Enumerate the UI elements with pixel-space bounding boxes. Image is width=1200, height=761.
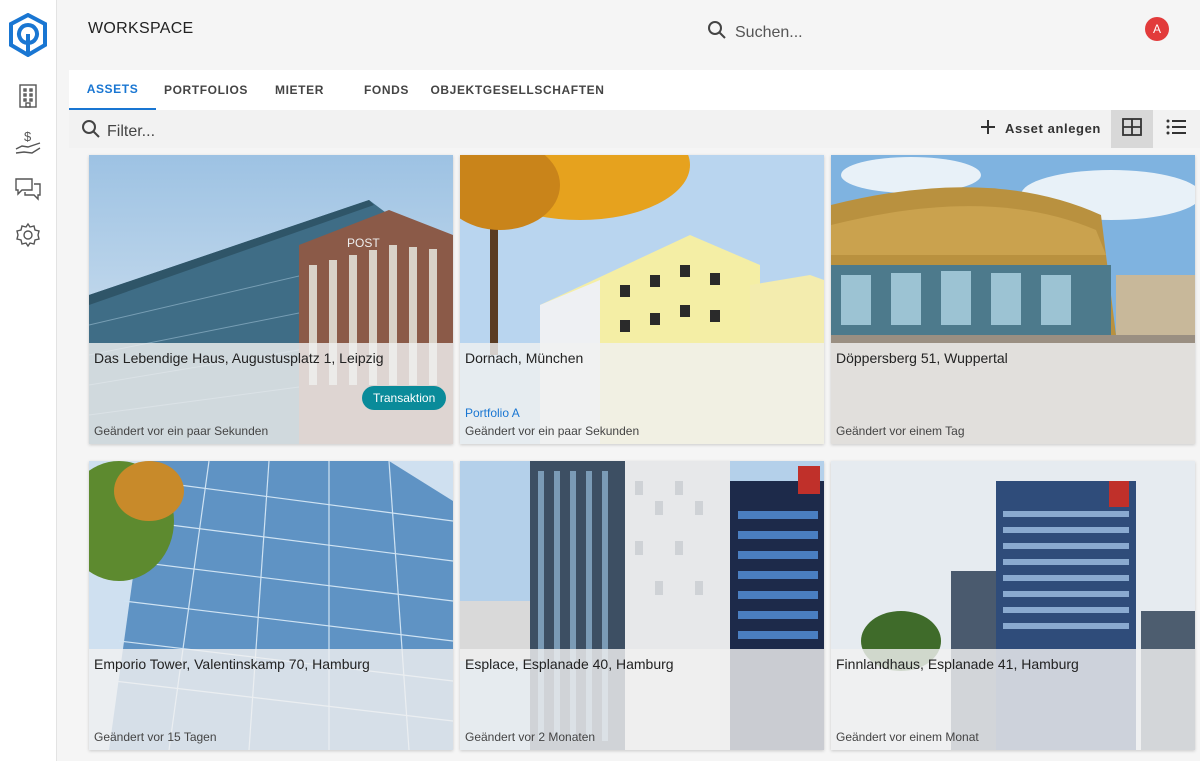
global-search[interactable] — [707, 20, 915, 45]
workspace-title: WORKSPACE — [88, 20, 194, 37]
asset-changed: Geändert vor einem Tag — [836, 424, 965, 438]
sidebar-item-messages[interactable] — [14, 177, 42, 205]
sidebar-item-assets[interactable] — [14, 83, 42, 114]
status-chip[interactable]: Transaktion — [362, 386, 447, 410]
asset-title: Das Lebendige Haus, Augustusplatz 1, Lei… — [94, 350, 384, 366]
plus-icon — [979, 118, 997, 139]
tab-assets[interactable]: ASSETS — [69, 70, 156, 110]
asset-portfolio-link[interactable]: Portfolio A — [465, 406, 520, 420]
sidebar: $ — [0, 0, 57, 761]
list-icon — [1166, 119, 1186, 140]
search-icon — [707, 20, 727, 45]
photo-sign-post: POST — [347, 236, 380, 250]
asset-changed: Geändert vor 2 Monaten — [465, 730, 596, 744]
add-asset-button[interactable]: Asset anlegen — [979, 118, 1101, 139]
asset-card[interactable]: Finnlandhaus, Esplanade 41, Hamburg Geän… — [831, 461, 1195, 750]
asset-title: Döppersberg 51, Wuppertal — [836, 350, 1008, 366]
asset-changed: Geändert vor ein paar Sekunden — [465, 424, 640, 438]
top-bar: WORKSPACE A — [57, 0, 1200, 70]
sidebar-item-finance[interactable]: $ — [14, 129, 42, 162]
add-asset-label: Asset anlegen — [1005, 121, 1101, 136]
sidebar-item-settings[interactable] — [14, 222, 42, 253]
app-logo[interactable] — [8, 12, 48, 58]
tab-objektgesellschaften[interactable]: OBJEKTGESELLSCHAFTEN — [430, 70, 605, 110]
filter[interactable] — [81, 119, 307, 144]
asset-card[interactable]: Emporio Tower, Valentinskamp 70, Hamburg… — [89, 461, 453, 750]
user-avatar[interactable]: A — [1145, 17, 1169, 41]
asset-title: Emporio Tower, Valentinskamp 70, Hamburg — [94, 656, 370, 672]
list-view-button[interactable] — [1155, 110, 1197, 148]
asset-card[interactable]: POST Das Lebendige Haus, Augustusplatz 1… — [89, 155, 453, 444]
grid-view-button[interactable] — [1111, 110, 1153, 148]
asset-title: Finnlandhaus, Esplanade 41, Hamburg — [836, 656, 1079, 672]
tab-fonds[interactable]: FONDS — [343, 70, 430, 110]
asset-title: Esplace, Esplanade 40, Hamburg — [465, 656, 674, 672]
asset-changed: Geändert vor ein paar Sekunden — [94, 424, 269, 438]
search-input[interactable] — [735, 23, 915, 42]
chat-icon — [14, 176, 42, 207]
search-icon — [81, 119, 101, 144]
asset-card[interactable]: Esplace, Esplanade 40, Hamburg Geändert … — [460, 461, 824, 750]
tab-bar: ASSETS PORTFOLIOS MIETER FONDS OBJEKTGES… — [69, 70, 1200, 110]
filter-input[interactable] — [107, 122, 307, 141]
asset-title: Dornach, München — [465, 350, 584, 366]
gear-icon — [15, 222, 41, 253]
asset-card[interactable]: Döppersberg 51, Wuppertal Geändert vor e… — [831, 155, 1195, 444]
asset-changed: Geändert vor 15 Tagen — [94, 730, 217, 744]
svg-text:$: $ — [24, 129, 32, 144]
money-hand-icon: $ — [14, 129, 42, 162]
tab-portfolios[interactable]: PORTFOLIOS — [156, 70, 256, 110]
asset-card[interactable]: Dornach, München Portfolio A Geändert vo… — [460, 155, 824, 444]
asset-changed: Geändert vor einem Monat — [836, 730, 979, 744]
asset-toolbar: Asset anlegen — [69, 110, 1200, 148]
tab-mieter[interactable]: MIETER — [256, 70, 343, 110]
building-icon — [17, 83, 39, 114]
grid-icon — [1122, 117, 1142, 141]
